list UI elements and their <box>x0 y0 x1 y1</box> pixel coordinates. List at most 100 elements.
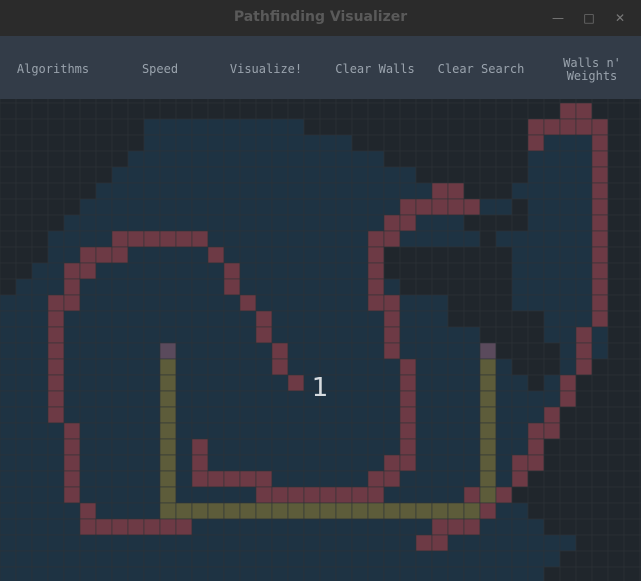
visited-cell[interactable] <box>79 422 97 440</box>
visited-cell[interactable] <box>175 470 193 488</box>
unvisited-cell[interactable] <box>623 438 641 456</box>
visited-cell[interactable] <box>95 294 113 312</box>
visited-cell[interactable] <box>271 454 289 472</box>
wall-cell[interactable] <box>383 470 401 488</box>
maximize-icon[interactable]: □ <box>579 8 599 28</box>
visited-cell[interactable] <box>207 198 225 216</box>
visited-cell[interactable] <box>303 246 321 264</box>
visited-cell[interactable] <box>287 518 305 536</box>
visited-cell[interactable] <box>175 550 193 568</box>
unvisited-cell[interactable] <box>607 102 625 120</box>
visited-cell[interactable] <box>191 134 209 152</box>
path-cell[interactable] <box>191 502 209 520</box>
visited-cell[interactable] <box>31 406 49 424</box>
path-cell[interactable] <box>479 390 497 408</box>
visited-cell[interactable] <box>271 230 289 248</box>
visited-cell[interactable] <box>47 518 65 536</box>
wall-cell[interactable] <box>79 518 97 536</box>
visited-cell[interactable] <box>191 262 209 280</box>
visited-cell[interactable] <box>527 278 545 296</box>
path-cell[interactable] <box>479 470 497 488</box>
unvisited-cell[interactable] <box>383 99 401 104</box>
unvisited-cell[interactable] <box>447 166 465 184</box>
visited-cell[interactable] <box>399 566 417 581</box>
visited-cell[interactable] <box>431 470 449 488</box>
unvisited-cell[interactable] <box>623 358 641 376</box>
visited-cell[interactable] <box>239 374 257 392</box>
wall-cell[interactable] <box>367 246 385 264</box>
unvisited-cell[interactable] <box>623 390 641 408</box>
unvisited-cell[interactable] <box>607 534 625 552</box>
visited-cell[interactable] <box>479 518 497 536</box>
visited-cell[interactable] <box>207 390 225 408</box>
visited-cell[interactable] <box>447 486 465 504</box>
visited-cell[interactable] <box>431 550 449 568</box>
visited-cell[interactable] <box>159 246 177 264</box>
unvisited-cell[interactable] <box>463 214 481 232</box>
visited-cell[interactable] <box>543 166 561 184</box>
visited-cell[interactable] <box>223 326 241 344</box>
unvisited-cell[interactable] <box>543 99 561 104</box>
visited-cell[interactable] <box>159 166 177 184</box>
visited-cell[interactable] <box>223 246 241 264</box>
wall-cell[interactable] <box>431 518 449 536</box>
visited-cell[interactable] <box>175 182 193 200</box>
visited-cell[interactable] <box>159 566 177 581</box>
visited-cell[interactable] <box>31 470 49 488</box>
visited-cell[interactable] <box>79 278 97 296</box>
unvisited-cell[interactable] <box>479 118 497 136</box>
wall-cell[interactable] <box>399 422 417 440</box>
visited-cell[interactable] <box>431 358 449 376</box>
path-cell[interactable] <box>415 502 433 520</box>
visited-cell[interactable] <box>15 358 33 376</box>
visited-cell[interactable] <box>559 166 577 184</box>
visited-cell[interactable] <box>319 326 337 344</box>
visited-cell[interactable] <box>447 358 465 376</box>
visited-cell[interactable] <box>0 566 17 581</box>
visited-cell[interactable] <box>463 374 481 392</box>
visited-cell[interactable] <box>207 326 225 344</box>
visited-cell[interactable] <box>271 118 289 136</box>
visited-cell[interactable] <box>271 134 289 152</box>
unvisited-cell[interactable] <box>607 262 625 280</box>
visited-cell[interactable] <box>127 358 145 376</box>
visited-cell[interactable] <box>191 534 209 552</box>
visited-cell[interactable] <box>447 454 465 472</box>
unvisited-cell[interactable] <box>447 134 465 152</box>
visited-cell[interactable] <box>495 470 513 488</box>
unvisited-cell[interactable] <box>479 214 497 232</box>
unvisited-cell[interactable] <box>47 134 65 152</box>
visited-cell[interactable] <box>207 406 225 424</box>
visited-cell[interactable] <box>79 566 97 581</box>
visited-cell[interactable] <box>111 166 129 184</box>
visited-cell[interactable] <box>543 182 561 200</box>
visited-cell[interactable] <box>15 486 33 504</box>
visited-cell[interactable] <box>335 198 353 216</box>
visited-cell[interactable] <box>255 246 273 264</box>
wall-cell[interactable] <box>255 486 273 504</box>
visited-cell[interactable] <box>47 566 65 581</box>
visited-cell[interactable] <box>191 518 209 536</box>
wall-cell[interactable] <box>559 118 577 136</box>
visited-cell[interactable] <box>191 150 209 168</box>
wall-cell[interactable] <box>463 486 481 504</box>
visited-cell[interactable] <box>351 374 369 392</box>
unvisited-cell[interactable] <box>575 454 593 472</box>
visited-cell[interactable] <box>367 358 385 376</box>
visited-cell[interactable] <box>255 422 273 440</box>
unvisited-cell[interactable] <box>495 214 513 232</box>
visited-cell[interactable] <box>207 214 225 232</box>
visited-cell[interactable] <box>95 406 113 424</box>
visited-cell[interactable] <box>463 390 481 408</box>
visited-cell[interactable] <box>287 422 305 440</box>
unvisited-cell[interactable] <box>0 118 17 136</box>
visited-cell[interactable] <box>303 454 321 472</box>
visited-cell[interactable] <box>15 278 33 296</box>
visited-cell[interactable] <box>239 406 257 424</box>
visited-cell[interactable] <box>415 422 433 440</box>
unvisited-cell[interactable] <box>479 166 497 184</box>
unvisited-cell[interactable] <box>575 518 593 536</box>
wall-cell[interactable] <box>383 294 401 312</box>
visited-cell[interactable] <box>31 342 49 360</box>
visited-cell[interactable] <box>143 214 161 232</box>
